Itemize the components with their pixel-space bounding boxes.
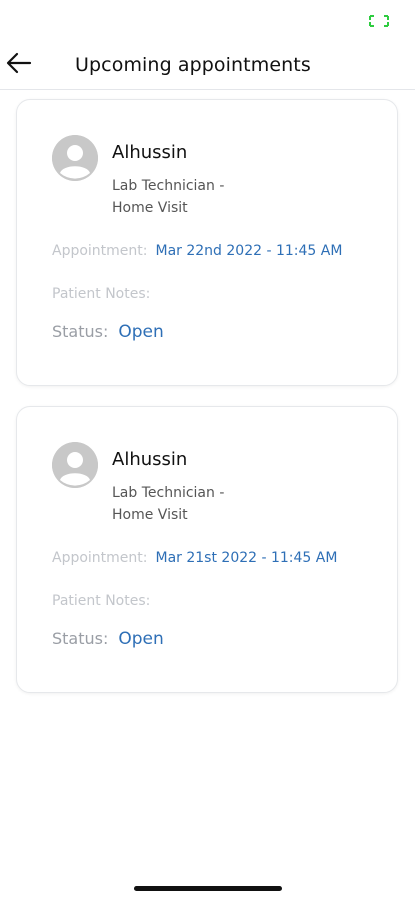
status-value: Open (118, 629, 164, 649)
header: Upcoming appointments (0, 44, 415, 90)
back-button[interactable] (4, 48, 34, 78)
user-avatar-icon (52, 135, 98, 181)
doctor-name: Alhussin (112, 449, 188, 470)
expand-brackets-icon (369, 14, 389, 28)
patient-notes-label: Patient Notes: (52, 286, 151, 302)
appointment-datetime: Mar 21st 2022 - 11:45 AM (155, 550, 338, 566)
user-avatar-icon (52, 442, 98, 488)
home-indicator[interactable] (134, 886, 282, 891)
appointment-row: Appointment: Mar 21st 2022 - 11:45 AM (52, 550, 337, 566)
appointment-card[interactable]: Alhussin Lab Technician - Home Visit App… (16, 406, 398, 693)
page-title: Upcoming appointments (75, 54, 311, 76)
doctor-role: Lab Technician - Home Visit (112, 485, 225, 523)
appointment-datetime: Mar 22nd 2022 - 11:45 AM (155, 243, 343, 259)
appointment-label: Appointment: (52, 243, 148, 259)
status-row: Status: Open (52, 322, 164, 342)
doctor-role: Lab Technician - Home Visit (112, 178, 225, 216)
patient-notes-label: Patient Notes: (52, 593, 151, 609)
appointment-card[interactable]: Alhussin Lab Technician - Home Visit App… (16, 99, 398, 386)
status-row: Status: Open (52, 629, 164, 649)
appointment-list: Alhussin Lab Technician - Home Visit App… (16, 99, 398, 713)
arrow-left-icon (6, 52, 32, 74)
status-value: Open (118, 322, 164, 342)
appointment-row: Appointment: Mar 22nd 2022 - 11:45 AM (52, 243, 342, 259)
status-label: Status: (52, 629, 109, 648)
status-label: Status: (52, 322, 109, 341)
doctor-name: Alhussin (112, 142, 188, 163)
appointment-label: Appointment: (52, 550, 148, 566)
